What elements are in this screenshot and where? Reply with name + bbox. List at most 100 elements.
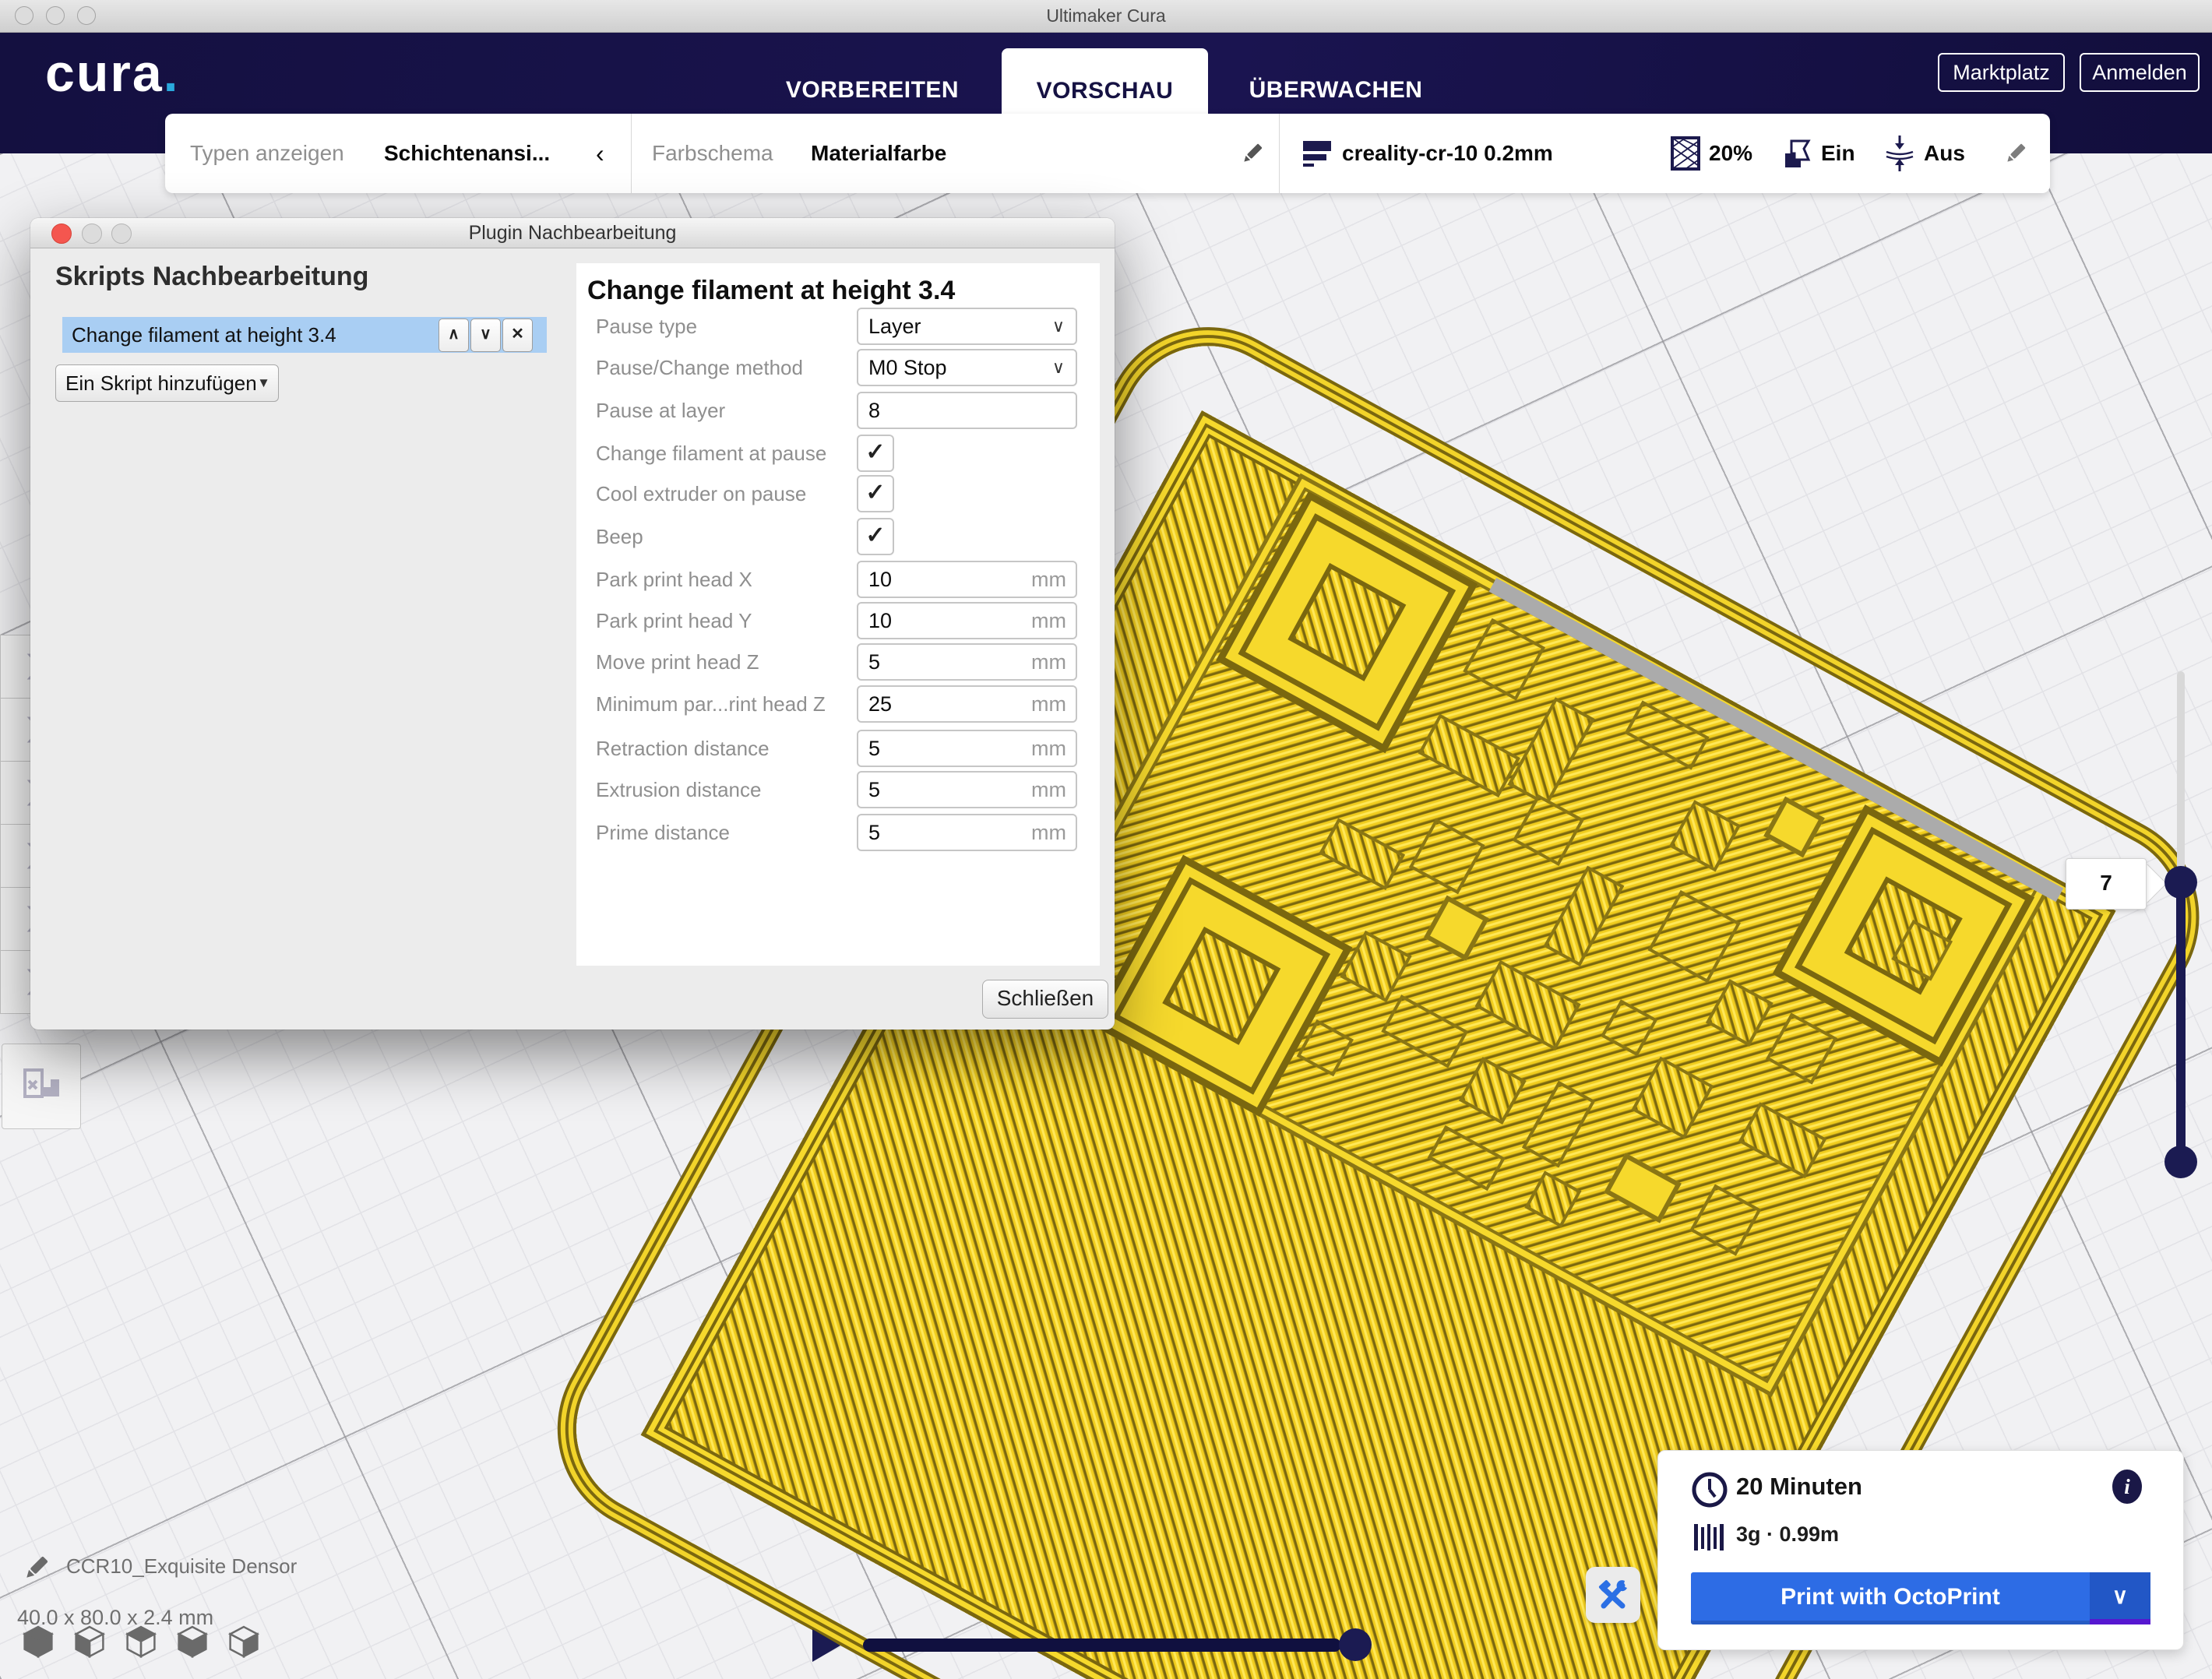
qr-pattern-block [1669,800,1741,871]
infill-value[interactable]: 20% [1709,114,1752,193]
close-dialog-button[interactable]: Schließen [982,980,1108,1019]
color-scheme-value[interactable]: Materialfarbe [811,114,946,193]
qr-pattern-block [1424,896,1489,961]
dropdown-caret-icon: ▼ [257,365,270,401]
rename-model-pencil-icon[interactable] [20,1551,53,1584]
print-button-label: Print with OctoPrint [1691,1572,2090,1624]
add-script-dropdown[interactable]: Ein Skript hinzufügen ▼ [55,364,279,402]
hammer-wrench-icon [1596,1578,1630,1612]
clock-icon [1691,1471,1728,1508]
info-icon[interactable]: i [2112,1470,2142,1504]
qr-pattern-block [1601,999,1657,1056]
field-row-pause-at-layer: Pause at layer8 [596,392,1087,429]
qr-pattern-block [1522,1081,1595,1168]
qr-pattern-block [1381,994,1468,1068]
print-button-dropdown[interactable]: ∨ [2090,1572,2150,1624]
pause-change-method-select[interactable]: M0 Stop∨ [857,349,1077,386]
field-label-park-print-head-x: Park print head X [596,561,752,598]
post-processing-dialog: Plugin Nachbearbeitung Skripts Nachbearb… [30,218,1115,1030]
dialog-close-button[interactable] [51,224,72,244]
qr-pattern-block [1418,714,1520,798]
playback-slider-track[interactable] [863,1639,1341,1652]
adjust-tools-button[interactable] [1586,1567,1640,1623]
per-model-settings-icon [19,1064,64,1109]
window-titlebar[interactable]: Ultimaker Cura [0,0,2212,33]
view-left-icon[interactable] [176,1624,209,1659]
printer-profile-value[interactable]: creality-cr-10 0.2mm [1342,114,1553,193]
qr-pattern-block [1409,818,1485,895]
view-front-icon[interactable] [73,1624,106,1659]
adhesion-value[interactable]: Aus [1924,114,1965,193]
support-icon [1782,136,1818,172]
prime-distance-input[interactable]: 5mm [857,814,1077,851]
view-top-icon[interactable] [125,1624,157,1659]
qr-pattern-block [1319,818,1405,890]
pause-type-select[interactable]: Layer∨ [857,308,1077,345]
view-type-value[interactable]: Schichtenansi... [384,114,550,193]
field-unit: mm [1031,731,1066,766]
print-output-panel: 20 Minuten i 3g · 0.99m Print with OctoP… [1657,1450,2184,1650]
script-remove-button[interactable]: ✕ [502,319,533,352]
qr-pattern-block [1507,697,1594,806]
infill-icon [1670,136,1704,171]
view-right-icon[interactable] [227,1624,260,1659]
per-model-settings-button[interactable] [2,1044,81,1129]
dialog-minimize-button[interactable] [82,224,102,244]
collapse-chevron-icon[interactable]: ‹ [596,114,604,193]
filament-icon [1694,1522,1728,1554]
field-row-retraction-distance: Retraction distance5mm [596,730,1087,767]
support-value[interactable]: Ein [1821,114,1855,193]
marketplace-button[interactable]: Marktplatz [1938,53,2065,92]
field-row-pause-type: Pause type Layer∨ [596,308,1087,345]
cool-extruder-on-pause-checkbox[interactable]: ✓ [857,475,894,512]
view-3d-icon[interactable] [22,1624,55,1659]
edit-pencil-icon[interactable] [1238,139,1266,167]
script-settings-heading: Change filament at height 3.4 [587,276,955,306]
qr-pattern-block [1648,890,1741,983]
layer-slider-range[interactable] [2176,882,2186,1162]
edit-pencil-icon[interactable] [2002,139,2030,167]
playback-slider-handle[interactable] [1339,1628,1372,1661]
material-estimate: 3g · 0.99m [1736,1522,1839,1547]
qr-pattern-block [1543,866,1624,966]
field-row-cool-extruder-on-pause: Cool extruder on pause ✓ [596,475,1087,512]
dialog-zoom-button[interactable] [111,224,132,244]
park-print-head-x-input[interactable]: 10mm [857,561,1077,598]
qr-pattern-block [1689,1184,1761,1255]
field-label-cool-extruder-on-pause: Cool extruder on pause [596,475,806,512]
field-unit: mm [1031,687,1066,721]
logo-dot: . [164,44,180,103]
print-with-octoprint-button[interactable]: Print with OctoPrint ∨ [1691,1572,2150,1624]
layer-slider-lower-handle[interactable] [2164,1146,2197,1178]
layer-slider-upper-handle[interactable] [2164,866,2197,899]
qr-pattern-block [1738,1102,1827,1178]
field-row-pause-change-method: Pause/Change methodM0 Stop∨ [596,349,1087,386]
qr-pattern-block [1604,1153,1682,1223]
change-filament-at-pause-checkbox[interactable]: ✓ [857,435,894,472]
script-move-up-button[interactable]: ∧ [439,319,469,352]
field-row-park-print-head-y: Park print head Y 10mm [596,602,1087,639]
dialog-title: Plugin Nachbearbeitung [30,218,1115,248]
window-title: Ultimaker Cura [0,0,2212,32]
beep-checkbox[interactable]: ✓ [857,518,894,555]
script-list-item-selected[interactable]: Change filament at height 3.4 ∧ ∨ ✕ [62,317,547,353]
qr-pattern-block [1763,797,1825,858]
dialog-titlebar[interactable]: Plugin Nachbearbeitung [30,218,1115,248]
layers-icon [1303,138,1336,171]
move-print-head-z-input[interactable]: 5mm [857,643,1077,681]
adhesion-icon [1882,134,1918,173]
signin-button[interactable]: Anmelden [2080,53,2200,92]
pause-at-layer-input[interactable]: 8 [857,392,1077,429]
field-label-beep: Beep [596,518,643,555]
model-name[interactable]: CCR10_Exquisite Densor [66,1554,297,1579]
field-label-pause-type: Pause type [596,308,697,345]
view-orientation-bar [22,1624,279,1659]
script-move-down-button[interactable]: ∨ [470,319,501,352]
extrusion-distance-input[interactable]: 5mm [857,771,1077,808]
park-print-head-y-input[interactable]: 10mm [857,602,1077,639]
play-button[interactable] [812,1629,840,1662]
minimum-par-rint-head-z-input[interactable]: 25mm [857,685,1077,723]
qr-finder-square [1090,855,1353,1118]
retraction-distance-input[interactable]: 5mm [857,730,1077,767]
field-label-park-print-head-y: Park print head Y [596,602,752,639]
